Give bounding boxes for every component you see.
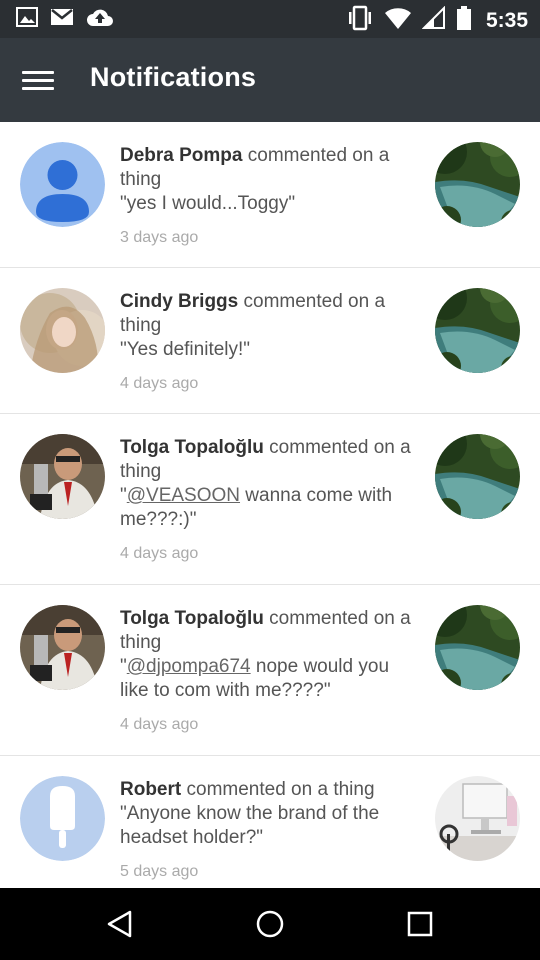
app-bar: Notifications xyxy=(0,38,540,122)
jungle-pool-thumbnail[interactable] xyxy=(435,142,520,227)
actor-name[interactable]: Cindy Briggs xyxy=(120,291,238,312)
page-title: Notifications xyxy=(90,62,257,92)
man-with-trophy-avatar[interactable] xyxy=(20,434,105,519)
quote-open: " xyxy=(120,339,127,360)
notification-item[interactable]: Tolga Topaloğlu commented on a thing "@V… xyxy=(0,414,540,585)
gmail-icon xyxy=(50,8,74,31)
notification-content: Cindy Briggs commented on a thing "Yes d… xyxy=(120,290,412,394)
quote-open: " xyxy=(120,193,127,214)
default-person-avatar[interactable] xyxy=(20,142,105,227)
timestamp: 4 days ago xyxy=(120,545,199,562)
popsicle-avatar[interactable] xyxy=(20,776,105,861)
notification-item[interactable]: Cindy Briggs commented on a thing "Yes d… xyxy=(0,268,540,414)
notification-list[interactable]: Debra Pompa commented on a thing "yes I … xyxy=(0,122,540,888)
image-icon xyxy=(16,7,38,32)
recents-square-icon[interactable] xyxy=(400,904,440,944)
quote-open: " xyxy=(120,656,127,677)
status-bar: 5:35 xyxy=(0,0,540,38)
comment-text: yes I would...Toggy" xyxy=(126,193,296,214)
cloud-upload-icon xyxy=(86,7,114,32)
battery-icon xyxy=(456,5,472,36)
notification-item[interactable]: Debra Pompa commented on a thing "yes I … xyxy=(0,122,540,268)
wifi-icon xyxy=(384,6,412,35)
status-time: 5:35 xyxy=(485,8,528,32)
notification-content: Tolga Topaloğlu commented on a thing "@V… xyxy=(120,436,412,564)
home-circle-icon[interactable] xyxy=(250,904,290,944)
actor-name[interactable]: Debra Pompa xyxy=(120,145,242,166)
actor-name[interactable]: Tolga Topaloğlu xyxy=(120,608,264,629)
jungle-pool-thumbnail[interactable] xyxy=(435,434,520,519)
notification-item[interactable]: Tolga Topaloğlu commented on a thing "@d… xyxy=(0,585,540,756)
notification-item[interactable]: Robert commented on a thing "Anyone know… xyxy=(0,756,540,888)
quote-open: " xyxy=(120,485,127,506)
notification-content: Robert commented on a thing "Anyone know… xyxy=(120,778,412,882)
notification-content: Debra Pompa commented on a thing "yes I … xyxy=(120,144,412,248)
hamburger-menu-icon[interactable] xyxy=(22,60,62,100)
timestamp: 4 days ago xyxy=(120,716,199,733)
navigation-bar xyxy=(0,888,540,960)
timestamp: 4 days ago xyxy=(120,375,199,392)
desk-computer-thumbnail[interactable] xyxy=(435,776,520,861)
blonde-woman-avatar[interactable] xyxy=(20,288,105,373)
jungle-pool-thumbnail[interactable] xyxy=(435,288,520,373)
action-text: commented on a thing xyxy=(181,779,375,800)
cell-signal-icon xyxy=(421,5,446,35)
actor-name[interactable]: Robert xyxy=(120,779,181,800)
comment-text: Anyone know the brand of the headset hol… xyxy=(120,803,380,848)
timestamp: 5 days ago xyxy=(120,863,199,880)
mention-link[interactable]: @djpompa674 xyxy=(127,656,251,677)
back-triangle-icon[interactable] xyxy=(100,904,140,944)
actor-name[interactable]: Tolga Topaloğlu xyxy=(120,437,264,458)
man-with-trophy-avatar[interactable] xyxy=(20,605,105,690)
jungle-pool-thumbnail[interactable] xyxy=(435,605,520,690)
notification-content: Tolga Topaloğlu commented on a thing "@d… xyxy=(120,607,412,735)
comment-text: Yes definitely!" xyxy=(126,339,251,360)
mention-link[interactable]: @VEASOON xyxy=(127,485,240,506)
quote-open: " xyxy=(120,803,127,824)
vibrate-icon xyxy=(346,5,374,36)
timestamp: 3 days ago xyxy=(120,229,199,246)
